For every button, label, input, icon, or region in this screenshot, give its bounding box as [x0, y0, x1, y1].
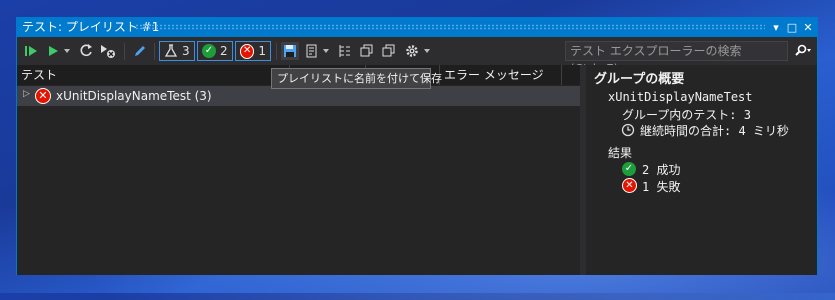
playlist-dropdown[interactable]: [321, 42, 331, 60]
refresh-icon: [80, 44, 92, 57]
summary-title: グループの概要: [594, 72, 685, 87]
run-all-icon: [25, 46, 37, 56]
summary-passed: 2 成功: [642, 163, 681, 177]
expand-arrow-icon[interactable]: ▷: [23, 89, 30, 99]
toolbar-separator: [124, 43, 125, 60]
hierarchy-icon: [339, 45, 350, 57]
summary-group-name: xUnitDisplayNameTest: [608, 90, 753, 104]
playlist-button[interactable]: [304, 42, 320, 60]
filter-failed-count: 1: [258, 44, 266, 58]
settings-button[interactable]: [404, 42, 420, 60]
table-row[interactable]: ▷ ✕ xUnitDisplayNameTest (3): [17, 86, 580, 106]
group-by-button[interactable]: [337, 42, 353, 60]
results-label: 結果: [608, 146, 633, 160]
run-all-button[interactable]: [23, 42, 39, 60]
repeat-last-run-button[interactable]: [79, 42, 95, 60]
play-icon: [49, 46, 58, 56]
test-explorer-window: テスト: プレイリスト #1 ▾ □ ✕ 3 ✓ 2 ✕ 1 テスト エクスプロ…: [16, 17, 818, 275]
gear-icon: [406, 45, 418, 57]
summary-failed: 1 失敗: [642, 180, 681, 194]
copy-icon: [360, 44, 373, 57]
chevron-down-icon: [323, 49, 329, 53]
passed-icon: ✓: [202, 44, 216, 58]
group-summary-pane: グループの概要 xUnitDisplayNameTest グループ内のテスト: …: [586, 65, 817, 275]
test-group-name: xUnitDisplayNameTest (3): [56, 89, 212, 103]
chevron-down-icon: [424, 49, 430, 53]
failed-icon: ✕: [240, 43, 255, 59]
title-grip: [135, 24, 765, 30]
toolbar-separator: [276, 43, 277, 60]
playlist-icon: [306, 44, 317, 58]
title-bar[interactable]: テスト: プレイリスト #1 ▾ □ ✕: [17, 18, 817, 37]
edit-traits-button[interactable]: [132, 42, 148, 60]
run-dropdown[interactable]: [62, 42, 72, 60]
save-icon: [284, 45, 296, 57]
search-button[interactable]: [790, 41, 816, 61]
chevron-down-icon: [64, 49, 70, 53]
cancel-button[interactable]: [99, 42, 117, 60]
clock-icon: [621, 123, 635, 137]
summary-duration: 継続時間の合計: 4 ミリ秒: [640, 124, 789, 138]
failed-icon: ✕: [35, 88, 51, 104]
search-input[interactable]: テスト エクスプローラーの検索 (Ctrl+E): [565, 41, 788, 76]
filter-failed-button[interactable]: ✕ 1: [235, 41, 271, 61]
summary-test-count: グループ内のテスト: 3: [622, 108, 751, 122]
copy-icon: [382, 44, 395, 57]
filter-passed-button[interactable]: ✓ 2: [197, 41, 233, 61]
collapse-button[interactable]: [381, 42, 397, 60]
failed-icon: ✕: [622, 178, 637, 193]
test-list-pane: テスト 期間 特徴 エラー メッセージ ▷ ✕ xUnitDisplayName…: [17, 65, 580, 275]
filter-all-tests-button[interactable]: 3: [159, 41, 195, 61]
run-cancel-icon: [101, 45, 115, 58]
save-playlist-tooltip: プレイリストに名前を付けて保存: [271, 68, 442, 89]
column-header-error-message[interactable]: エラー メッセージ: [440, 65, 562, 85]
close-button[interactable]: ✕: [801, 20, 815, 35]
settings-dropdown[interactable]: [422, 42, 432, 60]
filter-passed-count: 2: [220, 44, 228, 58]
maximize-button[interactable]: □: [785, 20, 799, 35]
run-button[interactable]: [45, 42, 61, 60]
filter-all-count: 3: [182, 44, 190, 58]
toolbar: 3 ✓ 2 ✕ 1 テスト エクスプローラーの検索: [17, 37, 817, 76]
save-playlist-button[interactable]: [281, 42, 299, 60]
expand-button[interactable]: [359, 42, 375, 60]
search-icon: [795, 44, 811, 56]
toolbar-separator: [154, 43, 155, 60]
pencil-icon: [135, 46, 145, 56]
flask-icon: [164, 44, 178, 57]
column-header-test[interactable]: テスト: [17, 65, 290, 85]
window-menu-button[interactable]: ▾: [769, 20, 783, 35]
passed-icon: ✓: [622, 162, 636, 176]
